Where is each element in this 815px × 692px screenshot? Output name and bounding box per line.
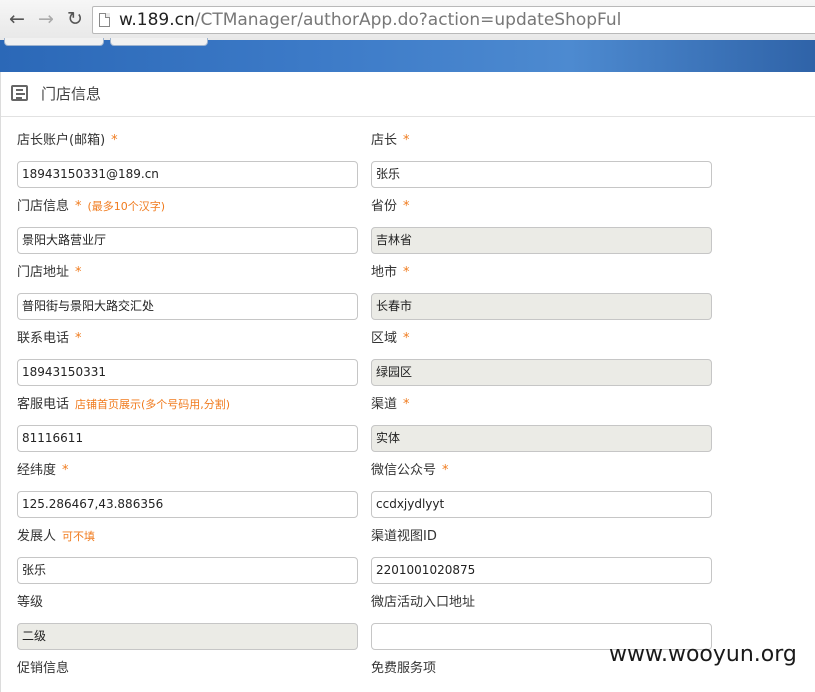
banner-tab-2[interactable] bbox=[110, 38, 208, 46]
shop-info-label: 门店信息 * (最多10个汉字) bbox=[17, 198, 165, 216]
service-phone-label: 客服电话 店铺首页展示(多个号码用,分割) bbox=[17, 396, 230, 414]
url-text: w.189.cn/CTManager/authorApp.do?action=u… bbox=[119, 9, 621, 31]
promotion-info-label: 促销信息 bbox=[17, 660, 69, 678]
province-label: 省份 * bbox=[371, 198, 410, 216]
channel-view-id-label: 渠道视图ID bbox=[371, 528, 437, 546]
developer-label: 发展人 可不填 bbox=[17, 528, 95, 546]
page-icon bbox=[99, 13, 110, 27]
city-label: 地市 * bbox=[371, 264, 410, 282]
channel-input[interactable]: 实体 bbox=[371, 425, 712, 452]
browser-toolbar: ← → ↻ w.189.cn/CTManager/authorApp.do?ac… bbox=[0, 0, 815, 41]
shop-info-hint: (最多10个汉字) bbox=[87, 200, 166, 213]
required-marker: * bbox=[75, 331, 82, 346]
required-marker: * bbox=[111, 133, 118, 148]
developer-input[interactable]: 张乐 bbox=[17, 557, 358, 584]
coordinates-label-text: 经纬度 bbox=[17, 463, 57, 478]
shop-info-input[interactable]: 景阳大路营业厅 bbox=[17, 227, 358, 254]
free-services-label-text: 免费服务项 bbox=[371, 661, 437, 676]
panel-header: 门店信息 bbox=[1, 72, 815, 117]
shop-owner-account-input[interactable]: 18943150331@189.cn bbox=[17, 161, 358, 188]
shop-owner-account-label-text: 店长账户(邮箱) bbox=[17, 133, 106, 148]
district-label-text: 区域 bbox=[371, 331, 398, 346]
channel-label-text: 渠道 bbox=[371, 397, 398, 412]
channel-view-id-label-text: 渠道视图ID bbox=[371, 529, 437, 544]
developer-hint: 可不填 bbox=[62, 530, 96, 543]
shop-owner-label-text: 店长 bbox=[371, 133, 398, 148]
back-arrow-icon[interactable]: ← bbox=[6, 8, 28, 30]
level-label-text: 等级 bbox=[17, 595, 44, 610]
required-marker: * bbox=[75, 265, 82, 280]
panel-title: 门店信息 bbox=[41, 85, 102, 103]
list-icon bbox=[11, 85, 28, 101]
district-input[interactable]: 绿园区 bbox=[371, 359, 712, 386]
free-services-label: 免费服务项 bbox=[371, 660, 436, 678]
province-label-text: 省份 bbox=[371, 199, 398, 214]
required-marker: * bbox=[403, 331, 410, 346]
address-bar[interactable]: w.189.cn/CTManager/authorApp.do?action=u… bbox=[92, 6, 815, 34]
coordinates-input[interactable]: 125.286467,43.886356 bbox=[17, 491, 358, 518]
required-marker: * bbox=[403, 199, 410, 214]
wechat-account-input[interactable]: ccdxjydlyyt bbox=[371, 491, 712, 518]
required-marker: * bbox=[62, 463, 69, 478]
promotion-info-label-text: 促销信息 bbox=[17, 661, 70, 676]
required-marker: * bbox=[403, 397, 410, 412]
url-host: w.189.cn bbox=[119, 10, 195, 30]
service-phone-hint: 店铺首页展示(多个号码用,分割) bbox=[75, 398, 231, 411]
activity-url-label: 微店活动入口地址 bbox=[371, 594, 475, 612]
shop-address-label: 门店地址 * bbox=[17, 264, 82, 282]
district-label: 区域 * bbox=[371, 330, 410, 348]
required-marker: * bbox=[403, 133, 410, 148]
watermark: www.wooyun.org bbox=[609, 642, 797, 667]
city-label-text: 地市 bbox=[371, 265, 398, 280]
shop-owner-label: 店长 * bbox=[371, 132, 410, 150]
required-marker: * bbox=[403, 265, 410, 280]
activity-url-label-text: 微店活动入口地址 bbox=[371, 595, 476, 610]
channel-view-id-input[interactable]: 2201001020875 bbox=[371, 557, 712, 584]
shop-info-label-text: 门店信息 bbox=[17, 199, 70, 214]
shop-owner-account-label: 店长账户(邮箱) * bbox=[17, 132, 118, 150]
developer-label-text: 发展人 bbox=[17, 529, 57, 544]
contact-phone-input[interactable]: 18943150331 bbox=[17, 359, 358, 386]
level-label: 等级 bbox=[17, 594, 43, 612]
shop-address-label-text: 门店地址 bbox=[17, 265, 70, 280]
required-marker: * bbox=[442, 463, 449, 478]
banner-tab-1[interactable] bbox=[4, 38, 104, 46]
service-phone-input[interactable]: 81116611 bbox=[17, 425, 358, 452]
contact-phone-label: 联系电话 * bbox=[17, 330, 82, 348]
header-banner bbox=[0, 38, 815, 72]
wechat-account-label: 微信公众号 * bbox=[371, 462, 449, 480]
wechat-account-label-text: 微信公众号 bbox=[371, 463, 437, 478]
reload-icon[interactable]: ↻ bbox=[64, 8, 86, 30]
contact-phone-label-text: 联系电话 bbox=[17, 331, 70, 346]
forward-arrow-icon[interactable]: → bbox=[35, 8, 57, 30]
city-input[interactable]: 长春市 bbox=[371, 293, 712, 320]
province-input[interactable]: 吉林省 bbox=[371, 227, 712, 254]
required-marker: * bbox=[75, 199, 82, 214]
channel-label: 渠道 * bbox=[371, 396, 410, 414]
shop-address-input[interactable]: 普阳街与景阳大路交汇处 bbox=[17, 293, 358, 320]
shop-owner-input[interactable]: 张乐 bbox=[371, 161, 712, 188]
coordinates-label: 经纬度 * bbox=[17, 462, 69, 480]
service-phone-label-text: 客服电话 bbox=[17, 397, 70, 412]
url-path: /CTManager/authorApp.do?action=updateSho… bbox=[194, 10, 622, 30]
level-input[interactable]: 二级 bbox=[17, 623, 358, 650]
